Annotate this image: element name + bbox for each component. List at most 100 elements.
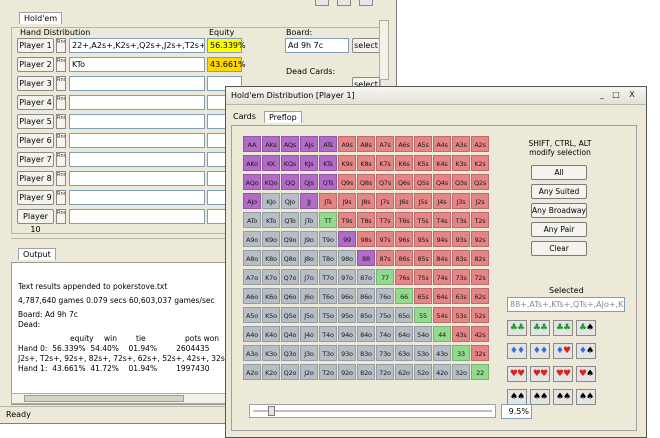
hand-cell[interactable]: J6o — [300, 288, 318, 304]
player-3-range-input[interactable] — [69, 76, 205, 91]
hand-cell[interactable]: QQ — [281, 174, 299, 190]
suit-combo-icon[interactable]: ♦♥ — [553, 343, 573, 359]
any-suited-button[interactable]: Any Suited — [531, 184, 587, 199]
hand-cell[interactable]: 72s — [471, 269, 489, 285]
hand-cell[interactable]: Q4o — [281, 326, 299, 342]
hand-cell[interactable]: KTs — [319, 155, 337, 171]
hand-cell[interactable]: Q8o — [281, 250, 299, 266]
hand-cell[interactable]: K3s — [452, 155, 470, 171]
hand-cell[interactable]: A9s — [338, 136, 356, 152]
hand-cell[interactable]: 97s — [376, 231, 394, 247]
suit-combo-icon[interactable]: ♣♠ — [576, 320, 596, 336]
player-7-spin-icon[interactable]: Rnd — [56, 152, 66, 167]
hand-cell[interactable]: T3s — [452, 212, 470, 228]
hand-cell[interactable]: A4s — [433, 136, 451, 152]
hand-cell[interactable]: 32s — [471, 345, 489, 361]
hand-cell[interactable]: T8s — [357, 212, 375, 228]
clear-button[interactable]: Clear — [531, 241, 587, 256]
hand-cell[interactable]: QTo — [281, 212, 299, 228]
hand-cell[interactable]: T7s — [376, 212, 394, 228]
hand-cell[interactable]: QTs — [319, 174, 337, 190]
hand-cell[interactable]: 73s — [452, 269, 470, 285]
hand-cell[interactable]: 63o — [395, 345, 413, 361]
hand-cell[interactable]: A6s — [395, 136, 413, 152]
suit-combo-icon[interactable]: ♣♣ — [530, 320, 550, 336]
hand-cell[interactable]: K4o — [262, 326, 280, 342]
hand-cell[interactable]: A7o — [243, 269, 261, 285]
hand-cell[interactable]: KTo — [262, 212, 280, 228]
hand-cell[interactable]: J3o — [300, 345, 318, 361]
hand-cell[interactable]: 84o — [357, 326, 375, 342]
hand-cell[interactable]: J9o — [300, 231, 318, 247]
player-4-button[interactable]: Player 4 — [17, 95, 54, 110]
player-6-button[interactable]: Player 6 — [17, 133, 54, 148]
hand-cell[interactable]: 83s — [452, 250, 470, 266]
hand-cell[interactable]: T4o — [319, 326, 337, 342]
player-3-spin-icon[interactable]: Rnd — [56, 76, 66, 91]
board-input[interactable]: Ad 9h 7c — [285, 38, 349, 53]
hand-cell[interactable]: T2o — [319, 364, 337, 380]
hand-cell[interactable]: 93s — [452, 231, 470, 247]
hand-cell[interactable]: K5o — [262, 307, 280, 323]
hand-cell[interactable]: Q3s — [452, 174, 470, 190]
hand-cell[interactable]: Q2s — [471, 174, 489, 190]
hand-cell[interactable]: 77 — [376, 269, 394, 285]
hand-cell[interactable]: K9s — [338, 155, 356, 171]
range-slider[interactable] — [249, 404, 496, 418]
hand-cell[interactable]: J5s — [414, 193, 432, 209]
hand-cell[interactable]: K8s — [357, 155, 375, 171]
hand-cell[interactable]: T8o — [319, 250, 337, 266]
suit-combo-icon[interactable]: ♣♣ — [507, 320, 527, 336]
hand-cell[interactable]: 87o — [357, 269, 375, 285]
player-5-button[interactable]: Player 5 — [17, 114, 54, 129]
hand-cell[interactable]: 82s — [471, 250, 489, 266]
hand-cell[interactable]: 64s — [433, 288, 451, 304]
hand-cell[interactable]: A2o — [243, 364, 261, 380]
hand-cell[interactable]: KJs — [300, 155, 318, 171]
hand-cell[interactable]: A6o — [243, 288, 261, 304]
hand-cell[interactable]: T7o — [319, 269, 337, 285]
hand-cell[interactable]: 73o — [376, 345, 394, 361]
player-2-spin-icon[interactable]: Rnd — [56, 57, 66, 72]
hand-cell[interactable]: K4s — [433, 155, 451, 171]
suit-combo-icon[interactable]: ♥♥ — [507, 366, 527, 382]
suit-combo-icon[interactable]: ♥♥ — [530, 366, 550, 382]
hand-cell[interactable]: T2s — [471, 212, 489, 228]
hand-cell[interactable]: 72o — [376, 364, 394, 380]
player-7-button[interactable]: Player 7 — [17, 152, 54, 167]
suit-combo-icon[interactable]: ♠♠ — [507, 389, 527, 405]
hand-cell[interactable]: 52s — [471, 307, 489, 323]
hand-cell[interactable]: J6s — [395, 193, 413, 209]
player-1-spin-icon[interactable]: Rnd — [56, 38, 66, 53]
player-8-spin-icon[interactable]: Rnd — [56, 171, 66, 186]
hand-cell[interactable]: 88 — [357, 250, 375, 266]
hand-cell[interactable]: AJs — [300, 136, 318, 152]
player-5-spin-icon[interactable]: Rnd — [56, 114, 66, 129]
suit-combo-icon[interactable]: ♦♠ — [576, 343, 596, 359]
scrollbar-thumb[interactable] — [24, 395, 184, 402]
hand-cell[interactable]: 43o — [433, 345, 451, 361]
hand-cell[interactable]: Q7o — [281, 269, 299, 285]
hand-cell[interactable]: 53s — [452, 307, 470, 323]
hand-cell[interactable]: Q5o — [281, 307, 299, 323]
player-10-range-input[interactable] — [69, 209, 205, 224]
suit-combo-icon[interactable]: ♠♠ — [576, 389, 596, 405]
player-8-range-input[interactable] — [69, 171, 205, 186]
hand-cell[interactable]: Q6s — [395, 174, 413, 190]
suit-combo-icon[interactable]: ♦♦ — [530, 343, 550, 359]
hand-cell[interactable]: JTs — [319, 193, 337, 209]
hand-cell[interactable]: 55 — [414, 307, 432, 323]
maximize-icon[interactable]: □ — [610, 90, 622, 101]
hand-cell[interactable]: 22 — [471, 364, 489, 380]
hand-cell[interactable]: T4s — [433, 212, 451, 228]
hand-cell[interactable]: 76s — [395, 269, 413, 285]
close-icon[interactable]: X — [626, 90, 638, 101]
hand-cell[interactable]: A3o — [243, 345, 261, 361]
tab-output[interactable]: Output — [18, 248, 56, 260]
hand-cell[interactable]: 99 — [338, 231, 356, 247]
hand-cell[interactable]: A5s — [414, 136, 432, 152]
suit-combo-icon[interactable]: ♦♦ — [507, 343, 527, 359]
hand-cell[interactable]: 97o — [338, 269, 356, 285]
hand-cell[interactable]: 65o — [395, 307, 413, 323]
hand-cell[interactable]: TT — [319, 212, 337, 228]
